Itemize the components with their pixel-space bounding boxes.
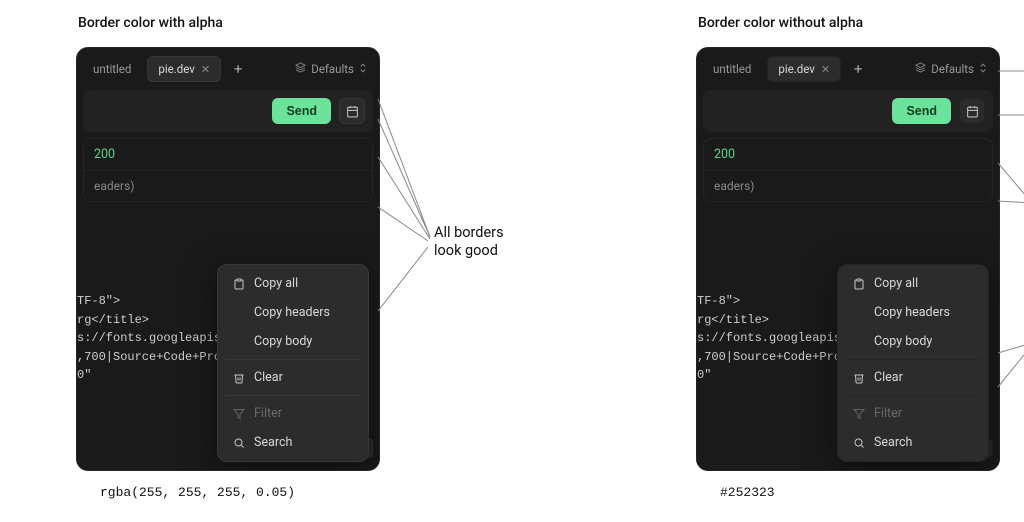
close-icon[interactable]: ✕	[201, 63, 210, 76]
menu-copy-all[interactable]: Copy all	[842, 269, 984, 298]
menu-label: Clear	[254, 370, 283, 385]
menu-label: Filter	[874, 406, 902, 421]
menu-separator	[226, 395, 360, 396]
history-button[interactable]	[339, 98, 365, 124]
tab-untitled[interactable]: untitled	[703, 57, 761, 81]
menu-filter[interactable]: Filter	[222, 399, 364, 428]
app-card-right: untitled pie.dev ✕ + Defaults	[696, 47, 1000, 471]
chevron-updown-icon	[359, 62, 367, 77]
menu-separator	[226, 359, 360, 360]
defaults-selector[interactable]: Defaults	[909, 58, 993, 81]
defaults-selector[interactable]: Defaults	[289, 58, 373, 81]
search-icon	[852, 437, 866, 449]
new-tab-button[interactable]: +	[227, 58, 249, 80]
menu-label: Copy headers	[254, 305, 330, 320]
layers-icon	[915, 62, 926, 76]
defaults-label: Defaults	[311, 62, 354, 76]
status-code: 200	[84, 139, 372, 171]
clipboard-icon	[852, 278, 866, 290]
new-tab-button[interactable]: +	[847, 58, 869, 80]
context-menu: Copy all • Copy headers • Copy body Clea…	[837, 264, 989, 462]
trash-icon	[852, 372, 866, 384]
menu-label: Clear	[874, 370, 903, 385]
side-title-right: Border color without alpha	[698, 15, 1024, 31]
defaults-label: Defaults	[931, 62, 974, 76]
menu-separator	[846, 359, 980, 360]
send-button[interactable]: Send	[892, 98, 951, 124]
menu-search[interactable]: Search	[842, 428, 984, 457]
menu-copy-body[interactable]: • Copy body	[842, 327, 984, 356]
menu-copy-headers[interactable]: • Copy headers	[842, 298, 984, 327]
tab-label: untitled	[713, 62, 751, 76]
menu-label: Copy body	[254, 334, 312, 349]
response-pane: 200 eaders)	[703, 138, 993, 202]
menu-label: Copy headers	[874, 305, 950, 320]
menu-label: Copy body	[874, 334, 932, 349]
send-button[interactable]: Send	[272, 98, 331, 124]
filter-icon	[852, 408, 866, 420]
search-icon	[232, 437, 246, 449]
tab-active[interactable]: pie.dev ✕	[767, 56, 841, 82]
menu-clear[interactable]: Clear	[222, 363, 364, 392]
menu-copy-headers[interactable]: • Copy headers	[222, 298, 364, 327]
annotation-all-borders-1: All borders	[434, 224, 504, 241]
headers-hint: eaders)	[704, 171, 992, 201]
tab-label: pie.dev	[778, 62, 814, 76]
clipboard-icon	[232, 278, 246, 290]
tab-strip: untitled pie.dev ✕ + Defaults	[697, 48, 999, 84]
tab-strip: untitled pie.dev ✕ + Defaults	[77, 48, 379, 84]
tab-label: untitled	[93, 62, 131, 76]
menu-label: Copy all	[874, 276, 918, 291]
history-button[interactable]	[959, 98, 985, 124]
headers-hint: eaders)	[84, 171, 372, 201]
toolbar: Send	[703, 90, 993, 132]
app-card-left: untitled pie.dev ✕ + Defaults	[76, 47, 380, 471]
menu-filter[interactable]: Filter	[842, 399, 984, 428]
layers-icon	[295, 62, 306, 76]
tab-untitled[interactable]: untitled	[83, 57, 141, 81]
context-menu: Copy all • Copy headers • Copy body Clea…	[217, 264, 369, 462]
caption-left: rgba(255, 255, 255, 0.05)	[100, 485, 540, 500]
menu-copy-all[interactable]: Copy all	[222, 269, 364, 298]
filter-icon	[232, 408, 246, 420]
menu-label: Copy all	[254, 276, 298, 291]
annotation-all-borders-2: look good	[434, 242, 498, 259]
close-icon[interactable]: ✕	[821, 63, 830, 76]
response-pane: 200 eaders)	[83, 138, 373, 202]
status-code: 200	[704, 139, 992, 171]
toolbar: Send	[83, 90, 373, 132]
trash-icon	[232, 372, 246, 384]
menu-copy-body[interactable]: • Copy body	[222, 327, 364, 356]
caption-right: #252323	[720, 485, 1024, 500]
side-title-left: Border color with alpha	[78, 15, 540, 31]
chevron-updown-icon	[979, 62, 987, 77]
menu-label: Filter	[254, 406, 282, 421]
menu-label: Search	[874, 435, 912, 450]
tab-label: pie.dev	[158, 62, 194, 76]
menu-separator	[846, 395, 980, 396]
menu-label: Search	[254, 435, 292, 450]
menu-search[interactable]: Search	[222, 428, 364, 457]
menu-clear[interactable]: Clear	[842, 363, 984, 392]
tab-active[interactable]: pie.dev ✕	[147, 56, 221, 82]
